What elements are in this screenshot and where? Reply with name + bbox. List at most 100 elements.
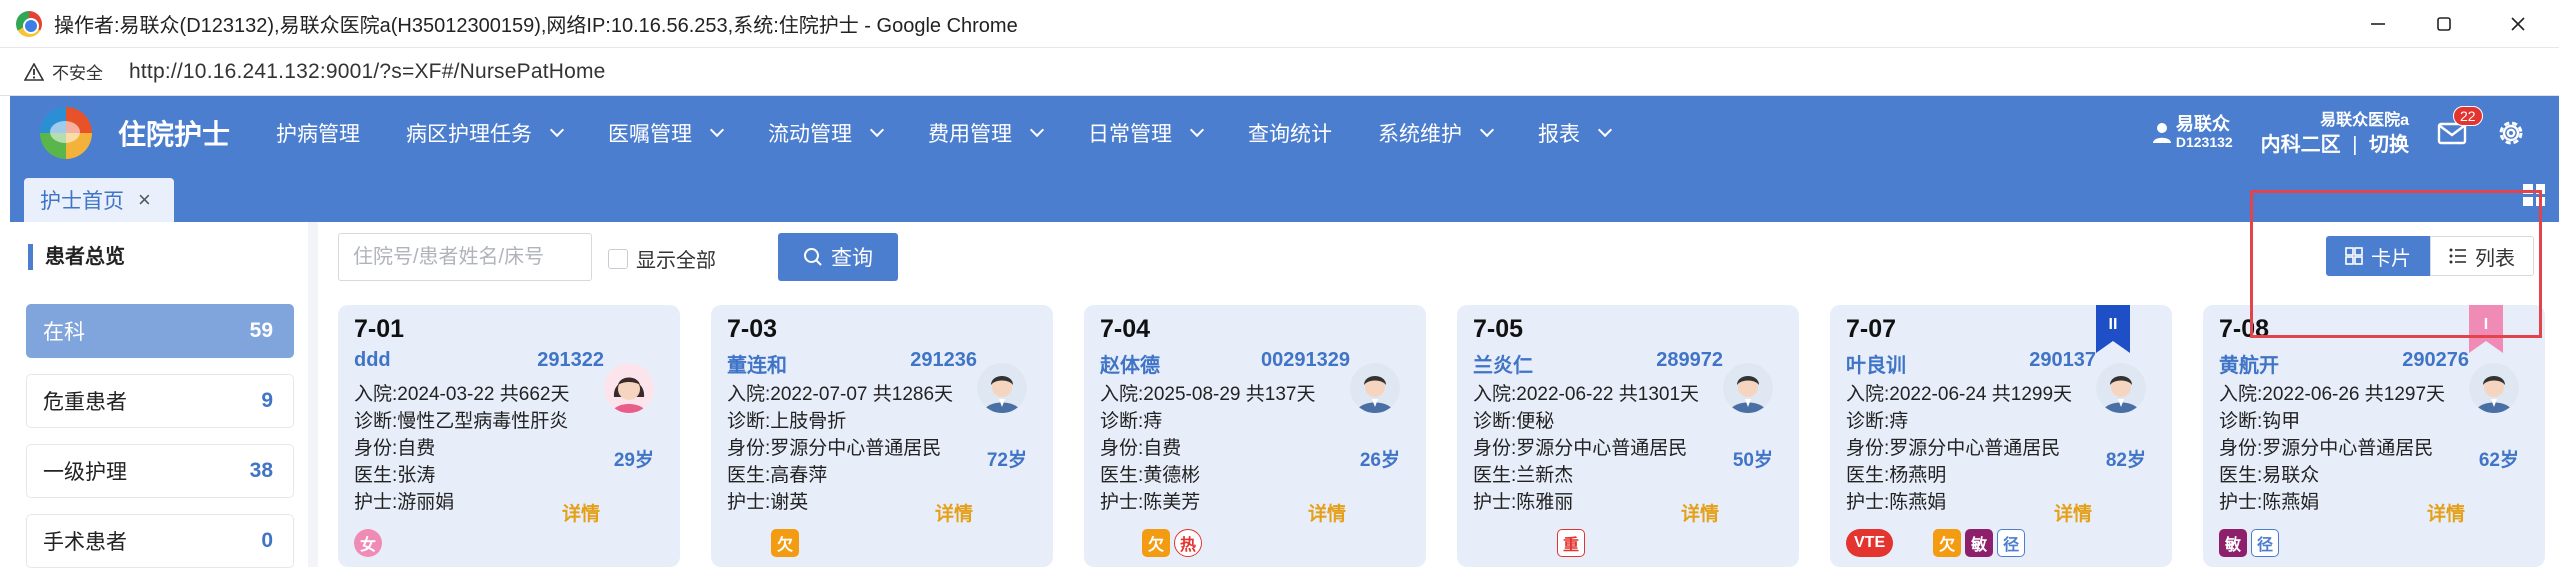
main-nav: 护病管理 病区护理任务 医嘱管理 流动管理 费用管理 日常管理 查询统计 系统维… xyxy=(276,118,1656,148)
sidebar-item-critical[interactable]: 危重患者 9 xyxy=(26,374,294,428)
window-title: 操作者:易联众(D123132),易联众医院a(H35012300159),网络… xyxy=(54,15,1018,37)
patient-identity-row: 身份:罗源分中心普通居民 xyxy=(2219,438,2434,459)
patient-name[interactable]: 黄航开 xyxy=(2219,349,2279,378)
chevron-down-icon xyxy=(1029,122,1045,138)
user-info[interactable]: 易联众 D123132 xyxy=(2152,115,2233,151)
patient-doctor-row: 医生:高春萍 xyxy=(727,465,828,486)
url-field[interactable]: http://10.16.241.132:9001/?s=XF#/NursePa… xyxy=(129,60,606,84)
patient-admit-row: 入院:2024-03-22 共662天 xyxy=(354,384,570,405)
patient-tags: VTE 欠敏径 xyxy=(1846,529,2029,557)
tab-nurse-home[interactable]: 护士首页 × xyxy=(24,178,174,222)
browser-title-bar: 操作者:易联众(D123132),易联众医院a(H35012300159),网络… xyxy=(0,0,2559,48)
sidebar-item-in-ward[interactable]: 在科 59 xyxy=(26,304,294,358)
nav-item-fees[interactable]: 费用管理 xyxy=(928,118,1045,148)
bed-number: 7-08 xyxy=(2219,315,2270,343)
patient-admit-row: 入院:2022-07-07 共1286天 xyxy=(727,384,954,405)
sidebar-title: 患者总览 xyxy=(28,244,125,270)
arrears-tag: 欠 xyxy=(1933,529,1962,557)
nav-item-daily[interactable]: 日常管理 xyxy=(1088,118,1205,148)
nav-item-ward-tasks[interactable]: 病区护理任务 xyxy=(406,118,565,148)
grid-icon xyxy=(2345,247,2363,265)
nav-item-patient-management[interactable]: 护病管理 xyxy=(276,118,360,148)
patient-card[interactable]: 7-04 赵体德 00291329 入院:2025-08-29 共137天 诊断:痔 身份… xyxy=(1084,305,1426,567)
patient-card[interactable]: II 7-07 叶良训 290137 入院:2022-06-24 共1299天 诊断:痔身… xyxy=(1830,305,2172,567)
search-input[interactable] xyxy=(338,233,592,281)
patient-age: 72岁 xyxy=(986,450,1027,471)
patient-name[interactable]: 叶良训 xyxy=(1846,349,1906,378)
close-window-icon[interactable] xyxy=(2477,0,2559,48)
bed-number: 7-01 xyxy=(354,315,405,343)
patient-identity-row: 身份:自费 xyxy=(354,438,436,459)
minimize-icon[interactable] xyxy=(2345,0,2411,48)
security-indicator[interactable]: 不安全 xyxy=(24,59,103,84)
patient-name[interactable]: 兰炎仁 xyxy=(1473,349,1533,378)
list-view-button[interactable]: 列表 xyxy=(2430,236,2534,276)
patient-identity-row: 身份:自费 xyxy=(1100,438,1182,459)
sidebar-item-level1-care[interactable]: 一级护理 38 xyxy=(26,444,294,498)
warning-icon xyxy=(24,62,44,81)
patient-nurse-row: 护士:陈美芳 xyxy=(1100,492,1201,513)
content-area: 患者总览 在科59 危重患者9 一级护理38 手术患者0 显示全部 查询 卡片 xyxy=(10,222,2559,568)
search-icon xyxy=(804,248,822,266)
checkbox-icon[interactable] xyxy=(608,248,628,269)
patient-id: 291322 xyxy=(537,349,604,371)
patient-identity-row: 身份:罗源分中心普通居民 xyxy=(1473,438,1688,459)
security-label: 不安全 xyxy=(52,64,103,83)
patient-name[interactable]: ddd xyxy=(354,349,391,372)
bed-number: 7-04 xyxy=(1100,315,1151,343)
fever-tag: 热 xyxy=(1174,529,1203,557)
detail-link[interactable]: 详情 xyxy=(1681,499,1719,526)
sidebar-item-surgery[interactable]: 手术患者 0 xyxy=(26,514,294,568)
chevron-down-icon xyxy=(1597,122,1613,138)
detail-link[interactable]: 详情 xyxy=(2054,499,2092,526)
show-all-checkbox[interactable]: 显示全部 xyxy=(608,244,716,273)
patient-age: 82岁 xyxy=(2105,450,2146,471)
detail-link[interactable]: 详情 xyxy=(2427,499,2465,526)
nav-item-orders[interactable]: 医嘱管理 xyxy=(608,118,725,148)
chevron-down-icon xyxy=(1479,122,1495,138)
patient-diag-row: 诊断:痔 xyxy=(1846,411,1909,432)
chevron-down-icon xyxy=(549,122,565,138)
patient-doctor-row: 医生:张涛 xyxy=(354,465,436,486)
patient-card[interactable]: 7-01 ddd 291322 入院:2024-03-22 共662天 诊断:慢性乙型病… xyxy=(338,305,680,567)
card-view-button[interactable]: 卡片 xyxy=(2326,236,2430,276)
chevron-down-icon xyxy=(869,122,885,138)
app-header: 住院护士 护病管理 病区护理任务 医嘱管理 流动管理 费用管理 日常管理 查询统… xyxy=(10,96,2559,170)
chevron-down-icon xyxy=(709,122,725,138)
detail-link[interactable]: 详情 xyxy=(935,499,973,526)
patient-nurse-row: 护士:游丽娟 xyxy=(354,492,455,513)
patient-age: 62岁 xyxy=(2478,450,2519,471)
query-button[interactable]: 查询 xyxy=(778,233,898,281)
switch-ward-link[interactable]: 切换 xyxy=(2369,134,2409,156)
detail-link[interactable]: 详情 xyxy=(1308,499,1346,526)
nav-item-system[interactable]: 系统维护 xyxy=(1378,118,1495,148)
patient-card[interactable]: 7-05 兰炎仁 289972 入院:2022-06-22 共1301天 诊断:便秘 身份… xyxy=(1457,305,1799,567)
patient-name[interactable]: 赵体德 xyxy=(1100,349,1160,378)
user-name: 易联众 xyxy=(2175,114,2230,134)
patient-age: 26岁 xyxy=(1359,450,1400,471)
patient-tags: 欠 xyxy=(771,529,803,557)
maximize-icon[interactable] xyxy=(2411,0,2477,48)
chrome-logo-icon xyxy=(16,10,42,37)
window-controls xyxy=(2345,0,2559,48)
patient-id: 289972 xyxy=(1656,349,1723,371)
patient-card[interactable]: I 7-08 黄航开 290276 入院:2022-06-26 共1297天 诊断:钩甲身… xyxy=(2203,305,2545,567)
patient-diag-row: 诊断:便秘 xyxy=(1473,411,1555,432)
address-bar: 不安全 http://10.16.241.132:9001/?s=XF#/Nur… xyxy=(0,48,2559,96)
patient-nurse-row: 护士:谢英 xyxy=(727,492,809,513)
mail-button[interactable]: 22 xyxy=(2437,106,2483,146)
gear-icon[interactable] xyxy=(2497,119,2525,147)
detail-link[interactable]: 详情 xyxy=(562,499,600,526)
patient-main-panel: 显示全部 查询 卡片 列表 7-01 ddd 291322 入院:2024-03-22… xyxy=(318,222,2559,567)
patient-age: 29岁 xyxy=(613,450,654,471)
patient-name[interactable]: 董连和 xyxy=(727,349,787,378)
arrears-tag: 欠 xyxy=(771,529,799,557)
patient-card[interactable]: 7-03 董连和 291236 入院:2022-07-07 共1286天 诊断:上肢骨折… xyxy=(711,305,1053,567)
close-icon[interactable]: × xyxy=(138,187,151,213)
grid-layout-icon[interactable] xyxy=(2523,184,2545,206)
mail-count-badge: 22 xyxy=(2453,106,2483,126)
nav-item-reports[interactable]: 报表 xyxy=(1538,118,1613,148)
nav-item-flow[interactable]: 流动管理 xyxy=(768,118,885,148)
patient-identity-row: 身份:罗源分中心普通居民 xyxy=(1846,438,2061,459)
nav-item-query-stats[interactable]: 查询统计 xyxy=(1248,118,1332,148)
